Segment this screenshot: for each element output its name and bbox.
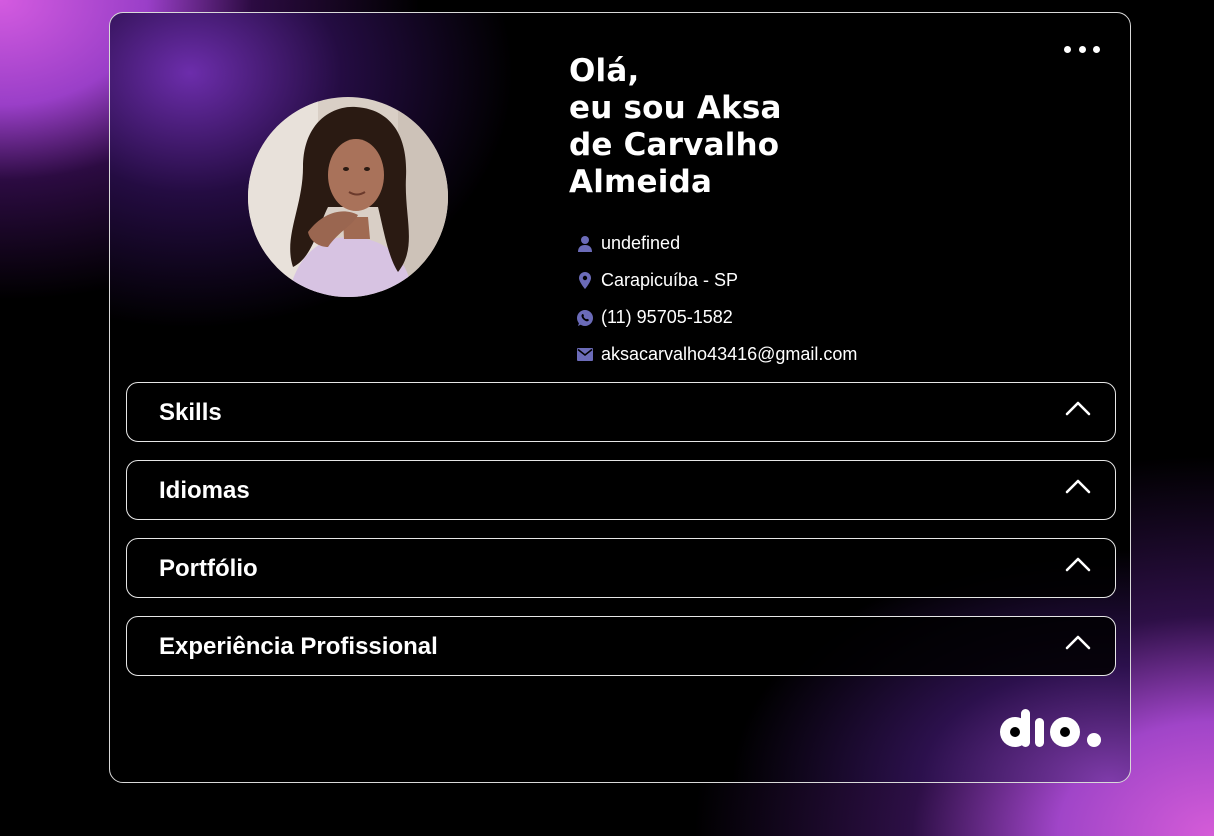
more-horizontal-icon-dot	[1093, 45, 1100, 53]
chevron-up-icon	[1065, 401, 1091, 416]
contact-info-list: undefined Carapicuíba - SP (11) 95705-15…	[569, 225, 969, 373]
chevron-up-icon	[1065, 479, 1091, 494]
info-location-text: Carapicuíba - SP	[601, 270, 739, 290]
greeting-line: Almeida	[569, 164, 713, 200]
info-phone: (11) 95705-1582	[569, 299, 969, 336]
accordion-title: Idiomas	[159, 477, 250, 504]
info-job-text: undefined	[601, 233, 681, 253]
profile-card: Olá, eu sou Aksa de Carvalho Almeida und…	[109, 12, 1131, 783]
info-job: undefined	[569, 225, 969, 262]
greeting-line: eu sou Aksa	[569, 90, 782, 126]
accordion-skills[interactable]: Skills	[126, 382, 1116, 442]
person-icon	[576, 235, 594, 253]
email-icon	[576, 346, 594, 364]
avatar	[248, 97, 448, 297]
page: Olá, eu sou Aksa de Carvalho Almeida und…	[0, 0, 1214, 836]
info-email: aksacarvalho43416@gmail.com	[569, 336, 969, 373]
avatar-photo	[248, 97, 448, 297]
greeting-line: de Carvalho	[569, 127, 780, 163]
chevron-up-icon	[1065, 557, 1091, 572]
info-phone-text: (11) 95705-1582	[601, 307, 733, 327]
more-options-button[interactable]	[1064, 41, 1100, 57]
page-title: Olá, eu sou Aksa de Carvalho Almeida	[569, 53, 969, 201]
more-horizontal-icon	[1064, 45, 1071, 53]
info-email-text: aksacarvalho43416@gmail.com	[601, 344, 858, 364]
more-horizontal-icon-dot	[1078, 45, 1086, 53]
accordion-title: Skills	[159, 399, 222, 426]
info-location: Carapicuíba - SP	[569, 262, 969, 299]
whatsapp-icon	[576, 309, 594, 327]
greeting-line: Olá,	[569, 53, 640, 89]
accordion-experiencia[interactable]: Experiência Profissional	[126, 616, 1116, 676]
intro-section: Olá, eu sou Aksa de Carvalho Almeida und…	[569, 53, 969, 373]
location-pin-icon	[576, 272, 594, 290]
accordion-portfolio[interactable]: Portfólio	[126, 538, 1116, 598]
accordion-idiomas[interactable]: Idiomas	[126, 460, 1116, 520]
accordion-title: Portfólio	[159, 555, 258, 582]
dio-logo	[1000, 709, 1101, 747]
accordion-title: Experiência Profissional	[159, 633, 438, 660]
chevron-up-icon	[1065, 635, 1091, 650]
